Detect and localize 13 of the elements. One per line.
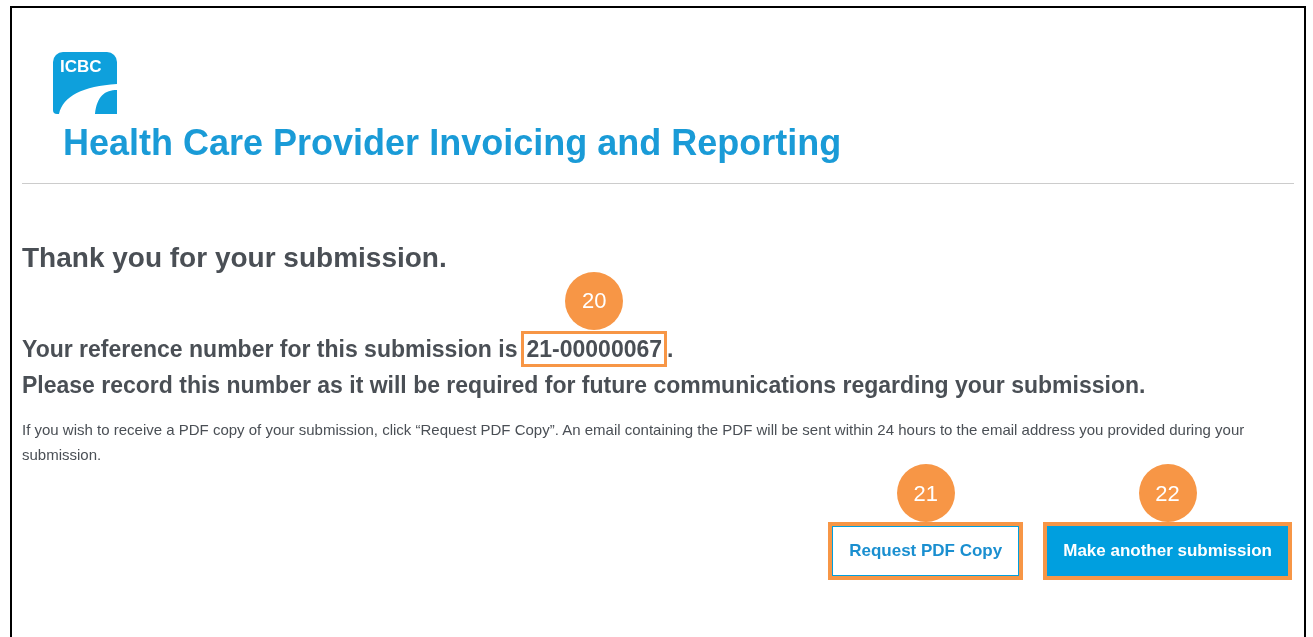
make-submission-button[interactable]: Make another submission	[1047, 526, 1288, 576]
pdf-info-text: If you wish to receive a PDF copy of your submission, click “Request PDF Copy”. An email containing the PDF will be sent within 24 hours to the email address you provided during your submission.	[22, 420, 1246, 465]
reference-number: 21-00000067	[526, 336, 663, 362]
logo-text: ICBC	[60, 58, 102, 75]
reference-label: Your reference number for this submission is	[22, 335, 518, 364]
callout-badge: 20	[565, 272, 624, 330]
record-note: Please record this number as it will be required for future communications regarding your submission.	[22, 371, 1147, 400]
request-pdf-button[interactable]: Request PDF Copy	[832, 526, 1020, 576]
page-title: Health Care Provider Invoicing and Reporting	[63, 121, 843, 165]
thank-you-heading: Thank you for your submission.	[22, 241, 448, 275]
period-text: .	[667, 335, 674, 364]
callout-badge: 22	[1138, 464, 1197, 522]
callout-badge: 21	[896, 464, 955, 522]
